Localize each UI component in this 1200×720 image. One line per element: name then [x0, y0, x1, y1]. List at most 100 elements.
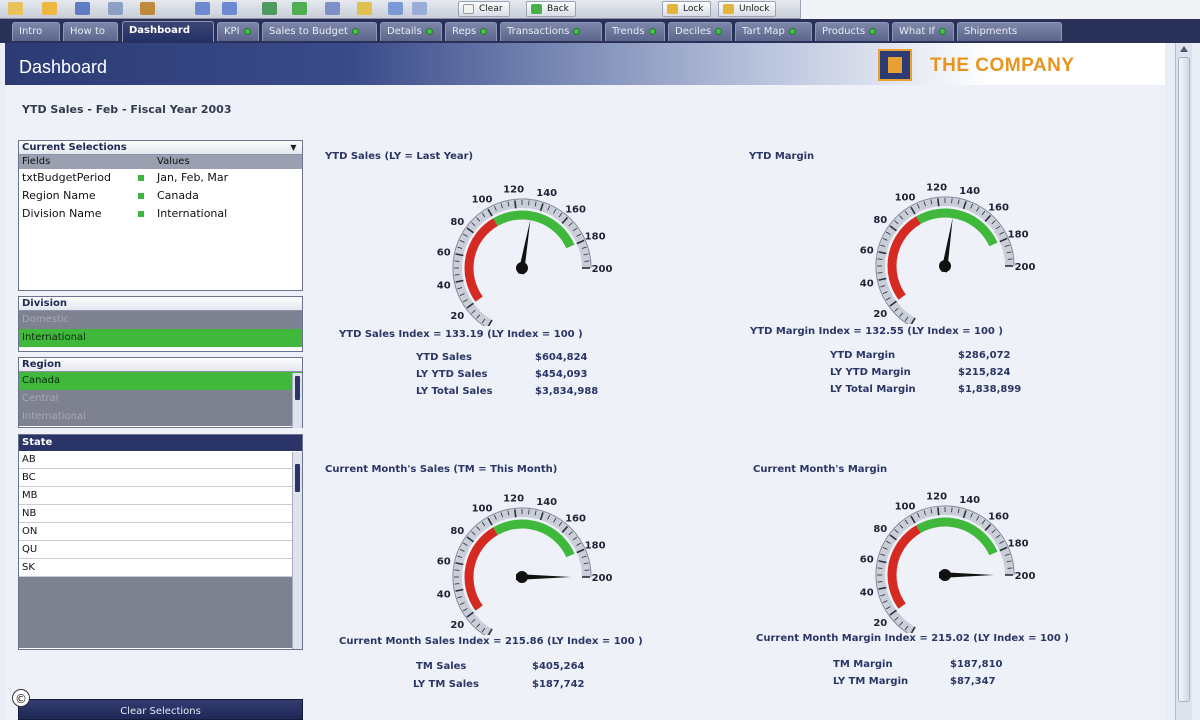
state-listbox: State AB BC MB NB ON QU SK [18, 434, 303, 650]
gauge-tick-label: 180 [1008, 539, 1029, 550]
gauge-minor-tick [454, 260, 460, 262]
tab-how-to[interactable]: How to [63, 22, 118, 41]
tab-tart-map[interactable]: Tart Map [735, 22, 812, 41]
save-icon[interactable] [75, 2, 90, 15]
gauge-needle-hub [939, 569, 951, 581]
gauge-minor-tick [584, 569, 590, 571]
list-item[interactable]: International [19, 408, 302, 426]
gauge-tick-label: 40 [860, 279, 874, 290]
gauge-tick-label: 120 [926, 182, 947, 193]
gauge-tick-label: 140 [536, 188, 557, 199]
selection-bullet-icon [138, 175, 144, 181]
gauge-minor-tick [454, 583, 460, 585]
list-item[interactable]: Canada [19, 372, 302, 390]
gauge-minor-tick [584, 260, 590, 262]
gauge-tick-label: 140 [959, 186, 980, 197]
stat-label: LY TM Sales [413, 679, 479, 690]
print-icon[interactable] [108, 2, 123, 15]
list-item[interactable]: ON [19, 523, 302, 541]
undo-icon[interactable] [195, 2, 210, 15]
folder-icon[interactable] [42, 2, 57, 15]
tab-intro[interactable]: Intro [12, 22, 60, 41]
list-item[interactable]: Domestic [19, 311, 302, 329]
scrollbar-thumb[interactable] [295, 376, 300, 400]
toolbar: Clear Back Lock Unlock [0, 0, 1200, 19]
gauge-tick-label: 140 [536, 497, 557, 508]
back-button[interactable]: Back [526, 1, 576, 17]
scroll-up-arrow-icon[interactable] [1180, 46, 1188, 52]
gauge-needle-hub [516, 262, 528, 274]
gauge-needle-hub [939, 260, 951, 272]
region-scrollbar[interactable] [292, 373, 302, 428]
unlock-button[interactable]: Unlock [718, 1, 777, 17]
list-item[interactable] [19, 577, 302, 595]
gauge-tick-label: 100 [895, 193, 916, 204]
division-caption: Division [19, 297, 302, 311]
gauge-minor-tick [951, 198, 953, 204]
gauge-tick-label: 120 [926, 491, 947, 502]
list-item[interactable] [19, 613, 302, 631]
list-item[interactable]: BC [19, 469, 302, 487]
region-caption: Region [19, 358, 302, 372]
list-item[interactable]: MB [19, 487, 302, 505]
scrollbar-thumb[interactable] [295, 464, 300, 492]
status-dot-icon [425, 27, 433, 35]
tab-trends[interactable]: Trends [605, 22, 665, 41]
scrollbar-thumb[interactable] [1178, 57, 1190, 702]
open-icon[interactable] [8, 2, 23, 15]
tab-products[interactable]: Products [815, 22, 889, 41]
tab-reps[interactable]: Reps [445, 22, 497, 41]
gauge-red-band [464, 527, 498, 611]
stat-label: LY Total Margin [830, 384, 916, 395]
redo-icon[interactable] [222, 2, 237, 15]
status-dot-icon [351, 27, 359, 35]
column-header-values: Values [157, 156, 190, 167]
list-item[interactable]: AB [19, 451, 302, 469]
forward-icon[interactable] [292, 2, 307, 15]
gauge-minor-tick [877, 258, 883, 260]
list-item[interactable]: Central [19, 390, 302, 408]
gauge-tick-label: 180 [585, 541, 606, 552]
edit-icon[interactable] [140, 2, 155, 15]
help-icon[interactable] [412, 2, 427, 15]
tab-transactions[interactable]: Transactions [500, 22, 602, 41]
list-item[interactable]: International [19, 329, 302, 347]
tab-deciles[interactable]: Deciles [668, 22, 732, 41]
tab-kpi[interactable]: KPI [217, 22, 259, 41]
list-item[interactable]: NB [19, 505, 302, 523]
report-icon[interactable] [388, 2, 403, 15]
binoculars-icon[interactable] [262, 2, 277, 15]
tab-dashboard[interactable]: Dashboard [122, 21, 214, 42]
vertical-scrollbar[interactable] [1175, 43, 1192, 720]
lock-button[interactable]: Lock [662, 1, 711, 17]
clear-selections-button[interactable]: Clear Selections [18, 699, 303, 720]
clear-button[interactable]: Clear [458, 1, 510, 17]
gauge-tick-label: 160 [988, 203, 1009, 214]
gauge-tick-label: 80 [873, 215, 887, 226]
tab-details[interactable]: Details [380, 22, 442, 41]
gauge-major-tick [514, 509, 517, 518]
gauge-tick-label: 40 [437, 590, 451, 601]
tab-what-if[interactable]: What If [892, 22, 954, 41]
list-item[interactable]: SK [19, 559, 302, 577]
chevron-down-icon[interactable]: ▼ [288, 142, 299, 153]
list-item[interactable]: QU [19, 541, 302, 559]
tab-shipments[interactable]: Shipments [957, 22, 1062, 41]
list-item[interactable] [19, 631, 302, 648]
gauge-tick-label: 160 [988, 512, 1009, 523]
gauge-tick-label: 80 [873, 524, 887, 535]
gauge-tick-label: 160 [565, 514, 586, 525]
stat-value: $187,742 [532, 679, 585, 690]
state-scrollbar[interactable] [292, 452, 302, 649]
bookmark-icon[interactable] [357, 2, 372, 15]
gauge-minor-tick [1007, 258, 1013, 260]
gauge-tick-label: 60 [437, 247, 451, 258]
stat-label: LY YTD Sales [416, 369, 488, 380]
list-item[interactable] [19, 595, 302, 613]
gauge-tick-label: 120 [503, 493, 524, 504]
gauge-needle-hub [516, 571, 528, 583]
tab-sales-to-budget[interactable]: Sales to Budget [262, 22, 377, 41]
gauge-tick-label: 40 [860, 588, 874, 599]
state-caption: State [19, 435, 302, 451]
user-icon[interactable] [325, 2, 340, 15]
